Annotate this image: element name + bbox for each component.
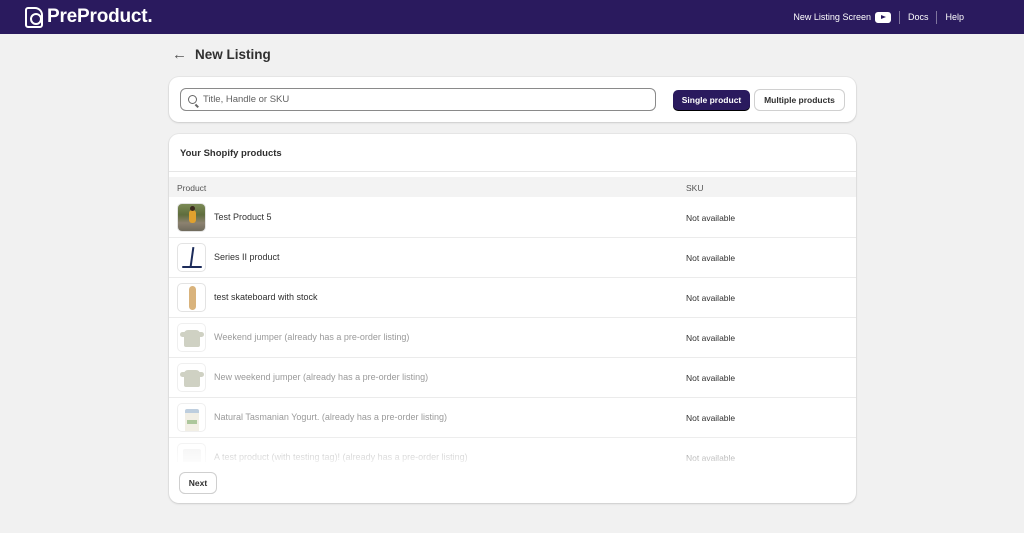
product-name: test skateboard with stock xyxy=(214,292,318,302)
product-name: Test Product 5 xyxy=(214,212,272,222)
table-row: Natural Tasmanian Yogurt. (already has a… xyxy=(169,398,856,438)
column-header-product: Product xyxy=(177,183,207,193)
top-bar: PreProduct. New Listing Screen Docs Help xyxy=(0,0,1024,34)
table-row[interactable]: Series II product Not available xyxy=(169,238,856,278)
product-name: A test product (with testing tag)! (alre… xyxy=(214,452,468,462)
product-sku: Not available xyxy=(686,373,736,383)
product-sku: Not available xyxy=(686,413,736,423)
table-row[interactable]: test skateboard with stock Not available xyxy=(169,278,856,318)
nav-divider xyxy=(936,10,938,24)
table-row: New weekend jumper (already has a pre-or… xyxy=(169,358,856,398)
product-thumbnail xyxy=(177,203,206,232)
multiple-products-button[interactable]: Multiple products xyxy=(755,90,844,110)
search-icon xyxy=(188,95,197,104)
table-header: Product SKU xyxy=(169,177,856,197)
table-row: A test product (with testing tag)! (alre… xyxy=(169,438,856,462)
search-field[interactable] xyxy=(180,88,656,111)
product-thumbnail xyxy=(177,363,206,392)
product-name: Series II product xyxy=(214,252,280,262)
preproduct-logo[interactable]: PreProduct. xyxy=(25,6,153,28)
table-row[interactable]: Test Product 5 Not available xyxy=(169,198,856,238)
page-header: ← New Listing xyxy=(172,46,271,63)
product-list[interactable]: Test Product 5 Not available Series II p… xyxy=(169,198,856,462)
product-thumbnail xyxy=(177,443,206,462)
nav-divider xyxy=(898,10,900,24)
product-sku: Not available xyxy=(686,333,736,343)
product-thumbnail xyxy=(177,283,206,312)
table-row: Weekend jumper (already has a pre-order … xyxy=(169,318,856,358)
column-header-sku: SKU xyxy=(686,183,704,193)
new-listing-screen-link[interactable]: New Listing Screen xyxy=(793,12,871,22)
docs-link[interactable]: Docs xyxy=(908,12,929,22)
page-title: New Listing xyxy=(195,47,271,62)
product-name: Weekend jumper (already has a pre-order … xyxy=(214,332,410,342)
divider xyxy=(169,171,856,172)
top-nav: New Listing Screen Docs Help xyxy=(793,0,964,34)
search-input[interactable] xyxy=(203,94,643,105)
product-name: Natural Tasmanian Yogurt. (already has a… xyxy=(214,412,447,422)
logo-text: PreProduct. xyxy=(47,6,153,27)
product-thumbnail xyxy=(177,323,206,352)
product-name: New weekend jumper (already has a pre-or… xyxy=(214,372,429,382)
youtube-icon[interactable] xyxy=(874,11,891,23)
product-sku: Not available xyxy=(686,253,736,263)
back-arrow-icon[interactable]: ← xyxy=(172,46,187,63)
logo-icon xyxy=(25,6,43,28)
single-product-button[interactable]: Single product xyxy=(673,90,750,110)
help-link[interactable]: Help xyxy=(945,12,964,22)
products-card-heading: Your Shopify products xyxy=(180,148,282,159)
search-card: Single product Multiple products xyxy=(169,77,856,122)
product-sku: Not available xyxy=(686,213,736,223)
products-card: Your Shopify products Product SKU Test P… xyxy=(169,134,856,503)
product-thumbnail xyxy=(177,243,206,272)
next-button[interactable]: Next xyxy=(180,473,216,493)
product-sku: Not available xyxy=(686,453,736,462)
product-thumbnail xyxy=(177,403,206,432)
product-sku: Not available xyxy=(686,293,736,303)
